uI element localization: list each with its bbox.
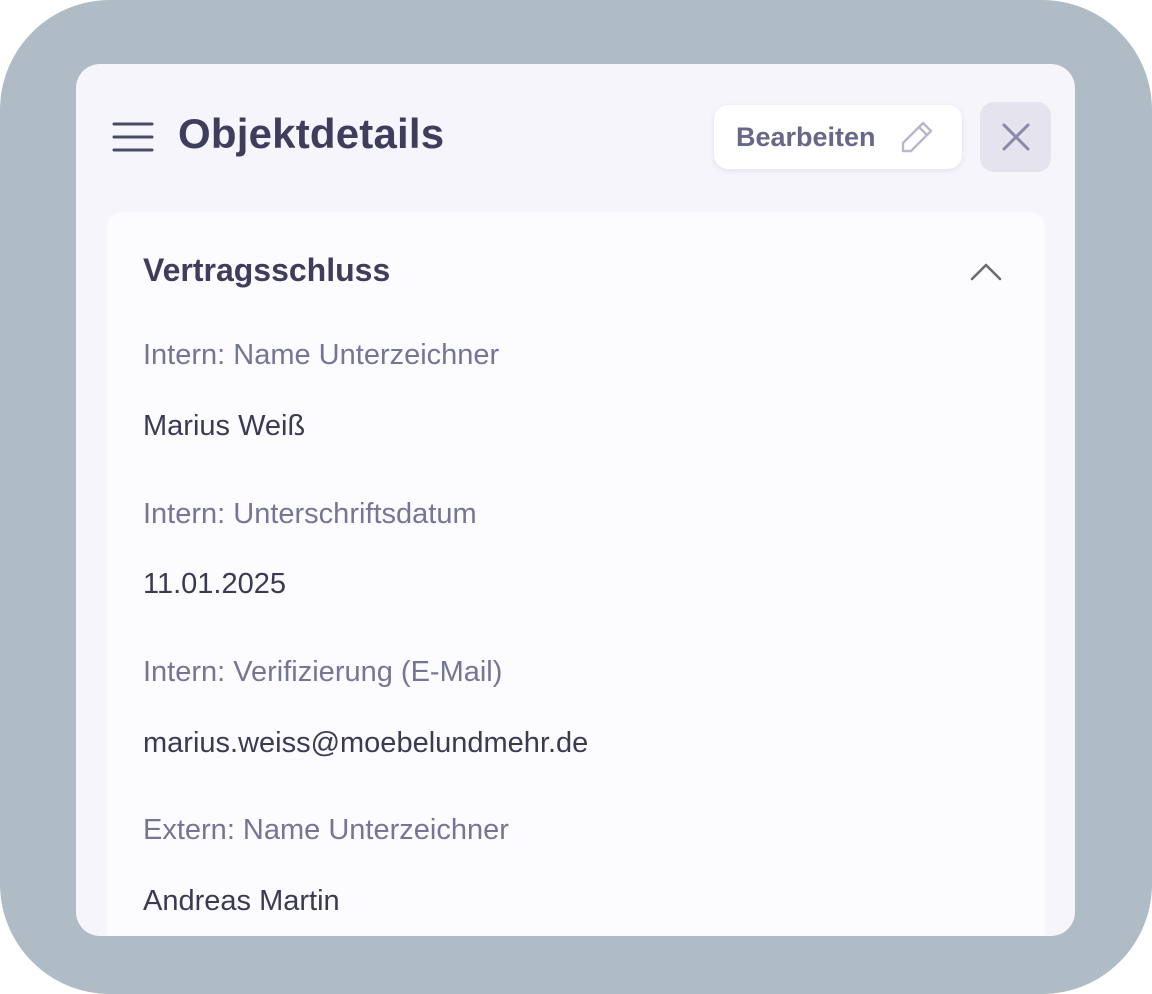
contract-section-card: Vertragsschluss Intern: Name Unterzeichn…	[107, 212, 1045, 936]
field-value-internal-signer: Marius Weiß	[143, 410, 306, 442]
chevron-up-icon[interactable]	[969, 260, 1003, 282]
close-x-icon	[1002, 123, 1029, 151]
object-details-panel: Objektdetails Bearbeiten Vertragsschluss…	[76, 64, 1075, 936]
page-title: Objektdetails	[178, 110, 445, 157]
field-label-verification-email: Intern: Verifizierung (E-Mail)	[143, 656, 503, 688]
field-value-signature-date: 11.01.2025	[143, 568, 286, 600]
section-title: Vertragsschluss	[143, 252, 391, 288]
close-button[interactable]	[980, 102, 1051, 172]
field-value-external-signer: Andreas Martin	[143, 885, 340, 917]
field-label-internal-signer: Intern: Name Unterzeichner	[143, 339, 500, 371]
hamburger-menu-icon[interactable]	[112, 120, 154, 154]
field-value-verification-email: marius.weiss@moebelundmehr.de	[143, 727, 589, 759]
edit-button[interactable]: Bearbeiten	[714, 105, 962, 169]
field-label-external-signer: Extern: Name Unterzeichner	[143, 814, 509, 846]
edit-button-label: Bearbeiten	[736, 121, 876, 152]
device-frame: Objektdetails Bearbeiten Vertragsschluss…	[0, 0, 1152, 994]
pencil-icon	[901, 121, 932, 153]
field-label-signature-date: Intern: Unterschriftsdatum	[143, 498, 477, 530]
